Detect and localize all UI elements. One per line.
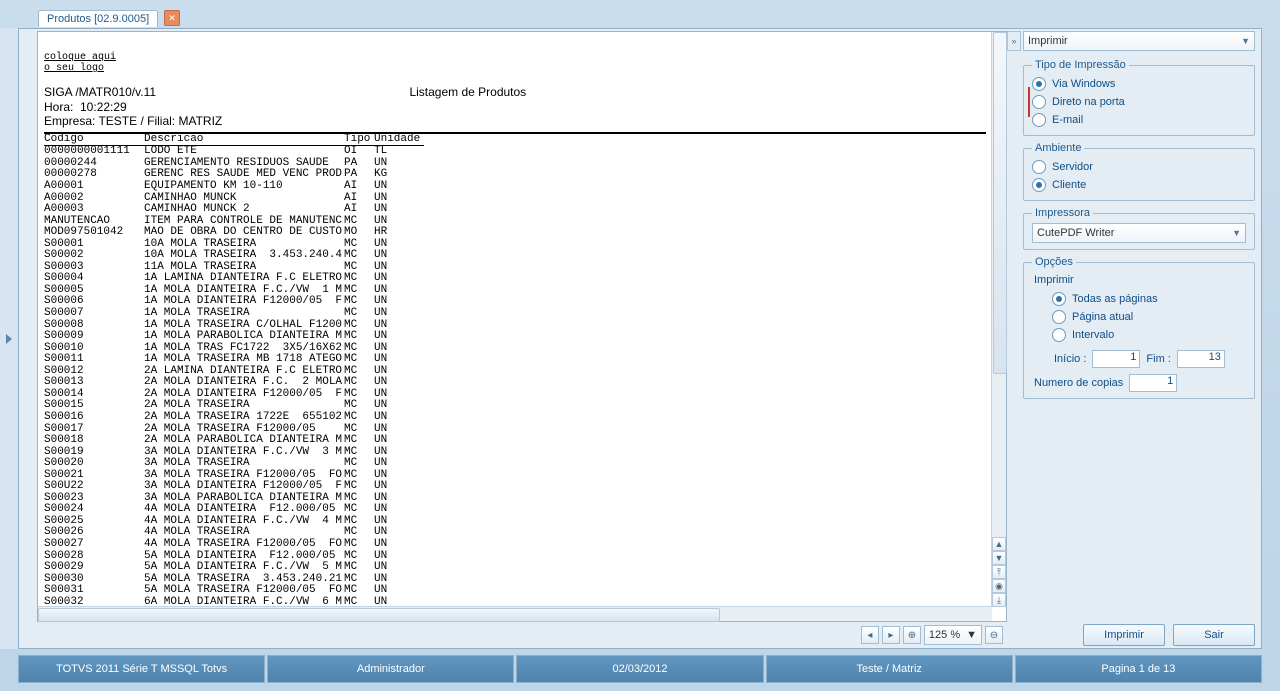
label-inicio: Início :: [1054, 353, 1086, 365]
col-unidade: Unidade: [374, 134, 424, 146]
action-value: Imprimir: [1028, 35, 1068, 47]
group-impressora: Impressora CutePDF Writer ▼: [1023, 207, 1255, 250]
table-row: A00001 EQUIPAMENTO KM 10-110 AI UN: [44, 181, 986, 193]
radio-pagina-atual[interactable]: Página atual: [1052, 308, 1246, 326]
table-row: S00029 5A MOLA DIANTEIRA F.C./VW 5 M MC …: [44, 562, 986, 574]
radio-icon: [1032, 178, 1046, 192]
radio-icon: [1032, 160, 1046, 174]
chevron-down-icon: ▼: [966, 629, 977, 641]
radio-icon: [1052, 292, 1066, 306]
report-siga: SIGA /MATR010/v.11: [44, 85, 156, 99]
group-opcoes: Opções Imprimir Todas as páginas Página …: [1023, 256, 1255, 399]
sidebar-expand-handle[interactable]: [0, 28, 19, 649]
chevron-down-icon: ▼: [1241, 36, 1250, 46]
radio-via-windows[interactable]: Via Windows: [1032, 75, 1246, 93]
preview-scrollbar-vertical[interactable]: [991, 32, 1006, 607]
status-date: 02/03/2012: [516, 655, 763, 683]
panel-collapse-handle[interactable]: »: [1007, 31, 1021, 51]
legend-impressora: Impressora: [1032, 207, 1093, 219]
page-first-button[interactable]: ◂: [861, 626, 879, 644]
radio-email[interactable]: E-mail: [1032, 111, 1246, 129]
zoom-out-button[interactable]: ⊖: [985, 626, 1003, 644]
table-row: S00007 1A MOLA TRASEIRA MC UN: [44, 308, 986, 320]
group-ambiente: Ambiente Servidor Cliente: [1023, 142, 1255, 201]
radio-icon: [1032, 95, 1046, 109]
table-row: S00009 1A MOLA PARABOLICA DIANTEIRA M MC…: [44, 331, 986, 343]
radio-icon: [1032, 77, 1046, 91]
table-row: A00003 CAMINHAO MUNCK 2 AI UN: [44, 204, 986, 216]
table-row: S00016 2A MOLA TRASEIRA 1722E 655102 MC …: [44, 412, 986, 424]
scroll-down-button[interactable]: ▼: [992, 551, 1006, 565]
page-next-button[interactable]: ▸: [882, 626, 900, 644]
report-hora: Hora: 10:22:29: [44, 100, 127, 114]
radio-intervalo[interactable]: Intervalo: [1052, 326, 1246, 344]
radio-direto-porta[interactable]: Direto na porta: [1032, 93, 1246, 111]
col-descricao: Descricao: [144, 134, 344, 146]
chevron-down-icon: ▼: [1232, 228, 1241, 238]
radio-servidor[interactable]: Servidor: [1032, 158, 1246, 176]
col-tipo: Tipo: [344, 134, 374, 146]
table-row: S00018 2A MOLA PARABOLICA DIANTEIRA M MC…: [44, 435, 986, 447]
label-copias: Numero de copias: [1034, 377, 1123, 389]
status-product: TOTVS 2011 Série T MSSQL Totvs: [18, 655, 265, 683]
col-codigo: Codigo: [44, 134, 144, 146]
printer-select[interactable]: CutePDF Writer ▼: [1032, 223, 1246, 243]
chevron-right-icon: [5, 334, 13, 344]
preview-scrollbar-horizontal[interactable]: [38, 606, 992, 621]
radio-todas-paginas[interactable]: Todas as páginas: [1052, 290, 1246, 308]
input-fim[interactable]: 13: [1177, 350, 1225, 368]
exit-button[interactable]: Sair: [1173, 624, 1255, 646]
printer-value: CutePDF Writer: [1037, 227, 1114, 239]
report-title: Listagem de Produtos: [409, 85, 526, 99]
opcoes-sub: Imprimir: [1034, 274, 1246, 286]
status-branch: Teste / Matriz: [766, 655, 1013, 683]
close-tab-button[interactable]: ✕: [164, 10, 180, 26]
scroll-mid-button[interactable]: ◉: [992, 579, 1006, 593]
legend-ambiente: Ambiente: [1032, 142, 1084, 154]
table-row: S00020 3A MOLA TRASEIRA MC UN: [44, 458, 986, 470]
radio-icon: [1052, 310, 1066, 324]
tab-title: Produtos [02.9.0005]: [47, 13, 149, 25]
magnifier-minus-icon: ⊖: [990, 630, 998, 641]
action-select[interactable]: Imprimir ▼: [1023, 31, 1255, 51]
legend-tipo-impressao: Tipo de Impressão: [1032, 59, 1129, 71]
group-tipo-impressao: Tipo de Impressão Via Windows Direto na …: [1023, 59, 1255, 136]
zoom-select[interactable]: 125 % ▼: [924, 625, 982, 645]
table-row: S00027 4A MOLA TRASEIRA F12000/05 FO MC …: [44, 539, 986, 551]
report-empresa: Empresa: TESTE / Filial: MATRIZ: [44, 114, 222, 128]
scroll-bottom-button[interactable]: ⤓: [992, 593, 1006, 607]
print-preview: coloque aqui o seu logo SIGA /MATR010/v.…: [37, 31, 1007, 622]
tab-produtos[interactable]: Produtos [02.9.0005]: [38, 10, 158, 27]
zoom-value: 125 %: [929, 629, 960, 641]
logo-placeholder: coloque aqui o seu logo: [44, 52, 116, 75]
scroll-top-button[interactable]: ⤒: [992, 565, 1006, 579]
scroll-up-button[interactable]: ▲: [992, 537, 1006, 551]
radio-cliente[interactable]: Cliente: [1032, 176, 1246, 194]
table-row: S00031 5A MOLA TRASEIRA F12000/05 FO MC …: [44, 585, 986, 597]
magnifier-plus-icon: ⊕: [908, 630, 916, 641]
radio-icon: [1032, 113, 1046, 127]
status-user: Administrador: [267, 655, 514, 683]
legend-opcoes: Opções: [1032, 256, 1076, 268]
zoom-in-button[interactable]: ⊕: [903, 626, 921, 644]
input-inicio[interactable]: 1: [1092, 350, 1140, 368]
radio-icon: [1052, 328, 1066, 342]
input-copias[interactable]: 1: [1129, 374, 1177, 392]
print-button[interactable]: Imprimir: [1083, 624, 1165, 646]
label-fim: Fim :: [1146, 353, 1170, 365]
status-page: Pagina 1 de 13: [1015, 655, 1262, 683]
